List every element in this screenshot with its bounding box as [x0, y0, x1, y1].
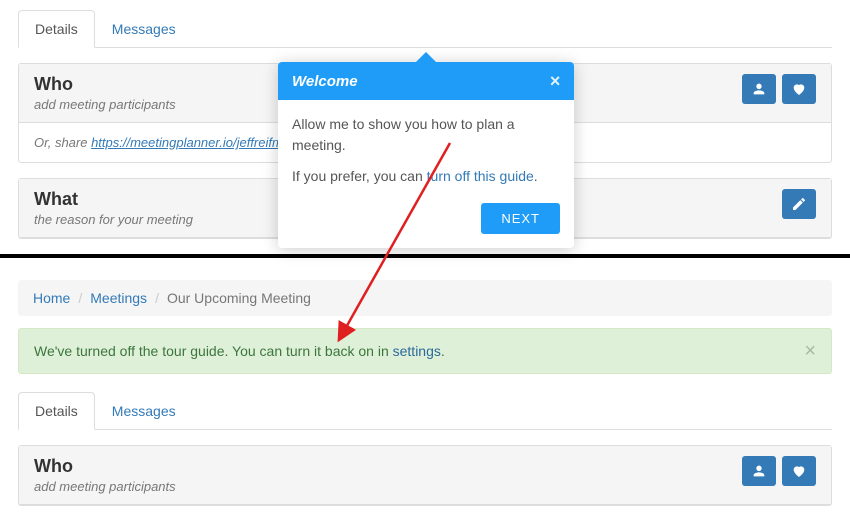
pencil-icon — [791, 196, 807, 212]
heart-icon — [791, 463, 807, 479]
what-subtitle: the reason for your meeting — [34, 212, 193, 227]
breadcrumb-meetings[interactable]: Meetings — [90, 290, 147, 306]
success-alert: We've turned off the tour guide. You can… — [18, 328, 832, 374]
alert-close-button[interactable]: × — [804, 341, 816, 361]
popover-title: Welcome — [292, 73, 358, 90]
top-section: Details Messages Who add meeting partici… — [0, 0, 850, 239]
alert-text-suffix: . — [441, 343, 445, 359]
popover-arrow — [416, 52, 436, 62]
who-title-bottom: Who — [34, 456, 176, 477]
breadcrumb-sep: / — [155, 290, 159, 306]
tab-messages[interactable]: Messages — [95, 10, 193, 48]
favorite-button-bottom[interactable] — [782, 456, 816, 486]
breadcrumb-home[interactable]: Home — [33, 290, 70, 306]
turn-off-guide-link[interactable]: turn off this guide — [427, 168, 534, 184]
breadcrumb-current: Our Upcoming Meeting — [167, 290, 311, 306]
tab-details-bottom[interactable]: Details — [18, 392, 95, 430]
alert-text-prefix: We've turned off the tour guide. You can… — [34, 343, 393, 359]
popover-close-button[interactable]: × — [549, 72, 560, 90]
tabs-bottom: Details Messages — [18, 392, 832, 430]
heart-icon — [791, 81, 807, 97]
favorite-button[interactable] — [782, 74, 816, 104]
breadcrumb: Home / Meetings / Our Upcoming Meeting — [18, 280, 832, 316]
what-title: What — [34, 189, 193, 210]
add-participant-button[interactable] — [742, 74, 776, 104]
tab-messages-bottom[interactable]: Messages — [95, 392, 193, 430]
tabs-top: Details Messages — [18, 10, 832, 48]
who-panel-bottom: Who add meeting participants — [18, 445, 832, 506]
breadcrumb-sep: / — [78, 290, 82, 306]
share-prefix: Or, share — [34, 135, 91, 150]
person-icon — [751, 81, 767, 97]
welcome-popover: Welcome × Allow me to show you how to pl… — [278, 62, 574, 248]
popover-line1: Allow me to show you how to plan a meeti… — [292, 114, 560, 156]
popover-line2-prefix: If you prefer, you can — [292, 168, 427, 184]
alert-settings-link[interactable]: settings — [393, 343, 441, 359]
next-button[interactable]: NEXT — [481, 203, 560, 234]
tab-details[interactable]: Details — [18, 10, 95, 48]
add-participant-button-bottom[interactable] — [742, 456, 776, 486]
who-subtitle: add meeting participants — [34, 97, 176, 112]
popover-line2-suffix: . — [534, 168, 538, 184]
person-icon — [751, 463, 767, 479]
bottom-section: Home / Meetings / Our Upcoming Meeting W… — [0, 258, 850, 506]
who-title: Who — [34, 74, 176, 95]
edit-what-button[interactable] — [782, 189, 816, 219]
who-subtitle-bottom: add meeting participants — [34, 479, 176, 494]
